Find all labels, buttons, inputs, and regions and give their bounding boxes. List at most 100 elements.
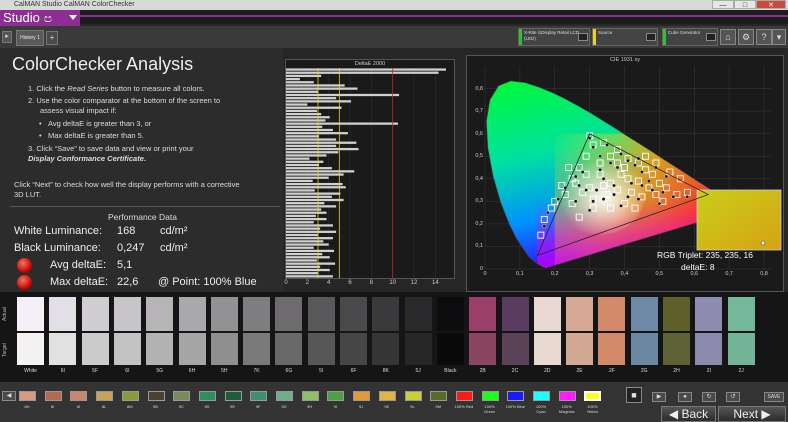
point-button[interactable] xyxy=(121,391,139,401)
point-button[interactable] xyxy=(96,391,114,401)
point-button[interactable] xyxy=(430,391,448,401)
point-button[interactable] xyxy=(404,391,422,401)
cie-measured-point xyxy=(612,183,616,188)
cie-measured-point xyxy=(591,199,596,204)
point-button[interactable] xyxy=(327,391,345,401)
cie-chart: CIE 1931 xy RGB Triplet: 235, 235, 16 de… xyxy=(466,55,784,292)
settings-button[interactable]: ⚙ xyxy=(738,29,754,45)
panel-toggle-button[interactable]: ▸ xyxy=(2,31,12,43)
point-button[interactable] xyxy=(19,391,36,401)
point-button[interactable] xyxy=(353,391,371,401)
point-button[interactable] xyxy=(147,391,165,401)
help-button[interactable]: ? xyxy=(756,29,772,45)
cie-measured-point xyxy=(577,183,582,188)
deltae-bar xyxy=(286,154,327,157)
point-button[interactable] xyxy=(301,391,319,401)
black-luminance-label: Black Luminance: xyxy=(14,242,101,254)
point-button-label: 100% Cyan xyxy=(535,404,547,414)
deltae-bar xyxy=(286,211,327,214)
cie-measured-point xyxy=(608,161,613,165)
scroll-left-button[interactable]: ◀ xyxy=(2,391,16,401)
cie-measured-point xyxy=(545,210,550,215)
cie-x-tick: 0,2 xyxy=(550,271,559,277)
home-button[interactable]: ⌂ xyxy=(720,29,736,45)
next-button[interactable]: Next ▶ xyxy=(718,406,786,422)
swatch-label: 2E xyxy=(576,368,583,374)
point-button[interactable] xyxy=(70,391,88,401)
back-button[interactable]: ◀ Back xyxy=(661,406,716,422)
minimize-button[interactable]: — xyxy=(712,0,734,9)
swatch-label: 5I xyxy=(319,368,324,374)
swatch-actual xyxy=(533,297,561,331)
black-luminance-value: 0,247 xyxy=(117,242,145,254)
point-button[interactable] xyxy=(224,391,242,401)
instruction-step-2b: assess visual impact if: xyxy=(40,106,117,115)
point-button[interactable] xyxy=(276,391,293,401)
tab-history-1[interactable]: History 1 xyxy=(16,30,44,46)
point-button-label: 8M xyxy=(127,404,133,409)
deltae-bar xyxy=(286,243,329,246)
white-luminance-label: White Luminance: xyxy=(14,225,103,237)
source-device-label: Source xyxy=(598,30,613,35)
cie-measured-point xyxy=(542,224,547,229)
close-button[interactable]: ✕ xyxy=(756,0,786,9)
point-button[interactable] xyxy=(481,391,499,401)
record-button[interactable]: ● xyxy=(678,392,692,402)
point-button[interactable] xyxy=(250,391,268,401)
point-button[interactable] xyxy=(378,391,396,401)
swatch-actual xyxy=(307,297,335,331)
repeat-button[interactable]: ↺ xyxy=(726,392,740,402)
point-button-label: 8H xyxy=(24,404,30,409)
options-menu-button[interactable]: ▾ xyxy=(772,29,786,45)
title-bar: CalMAN Studio CalMAN ColorChecker — □ ✕ xyxy=(0,0,788,10)
point-button[interactable] xyxy=(173,391,191,401)
point-button-label: 100% Red xyxy=(454,404,474,409)
stop-button[interactable]: ■ xyxy=(626,387,642,403)
deltae-bar xyxy=(286,100,352,103)
point-button[interactable] xyxy=(584,391,602,401)
swatch-target xyxy=(275,333,303,365)
swatch-actual xyxy=(663,297,690,331)
swatch-actual xyxy=(727,297,755,331)
save-button[interactable]: SAVE xyxy=(764,392,784,402)
cube-generator-selector[interactable]: Cube Generator xyxy=(662,28,718,46)
point-button-label: 9F xyxy=(255,404,261,409)
deltae-bar xyxy=(286,87,358,90)
reload-button[interactable]: ↻ xyxy=(702,392,716,402)
cie-measured-point xyxy=(605,143,609,147)
performance-title: Performance Data xyxy=(108,212,177,222)
deltae-x-tick: 12 xyxy=(410,280,418,286)
meter-device-selector[interactable]: X-Rite i1Display Retail LCD (LED) xyxy=(518,28,590,46)
deltae-bar xyxy=(286,192,341,195)
point-button[interactable] xyxy=(533,391,550,401)
deltae-bar xyxy=(286,173,344,176)
white-luminance-value: 168 xyxy=(117,225,136,237)
point-button[interactable] xyxy=(558,391,576,401)
point-button-label: 9B xyxy=(153,404,158,409)
point-button[interactable] xyxy=(198,391,216,401)
deltae-bar xyxy=(286,77,300,81)
play-button[interactable]: ▶ xyxy=(652,392,666,402)
swatch-label: 8K xyxy=(382,368,389,374)
source-device-selector[interactable]: Source xyxy=(592,28,658,46)
swatch-target xyxy=(178,333,206,365)
point-button[interactable] xyxy=(44,391,62,401)
cie-measured-point xyxy=(685,194,690,199)
swatch-target xyxy=(598,333,626,365)
swatch-actual xyxy=(210,297,238,331)
swatch-target xyxy=(17,333,44,365)
maximize-button[interactable]: □ xyxy=(734,0,756,9)
deltae-x-tick: 2 xyxy=(305,280,309,286)
point-button[interactable] xyxy=(455,391,473,401)
deltae-bar xyxy=(286,176,329,179)
page-title: ColorChecker Analysis xyxy=(12,54,194,74)
swatch-target xyxy=(81,333,109,365)
cie-measured-point xyxy=(594,188,599,192)
white-luminance-unit: cd/m² xyxy=(160,225,188,237)
add-tab-button[interactable]: + xyxy=(46,31,58,45)
deltae-bar xyxy=(286,157,310,160)
point-button-label: 9H xyxy=(307,404,313,409)
deltae-bar xyxy=(286,138,337,141)
point-button[interactable] xyxy=(507,391,525,401)
studio-menu-button[interactable]: Studio ප xyxy=(0,10,80,26)
